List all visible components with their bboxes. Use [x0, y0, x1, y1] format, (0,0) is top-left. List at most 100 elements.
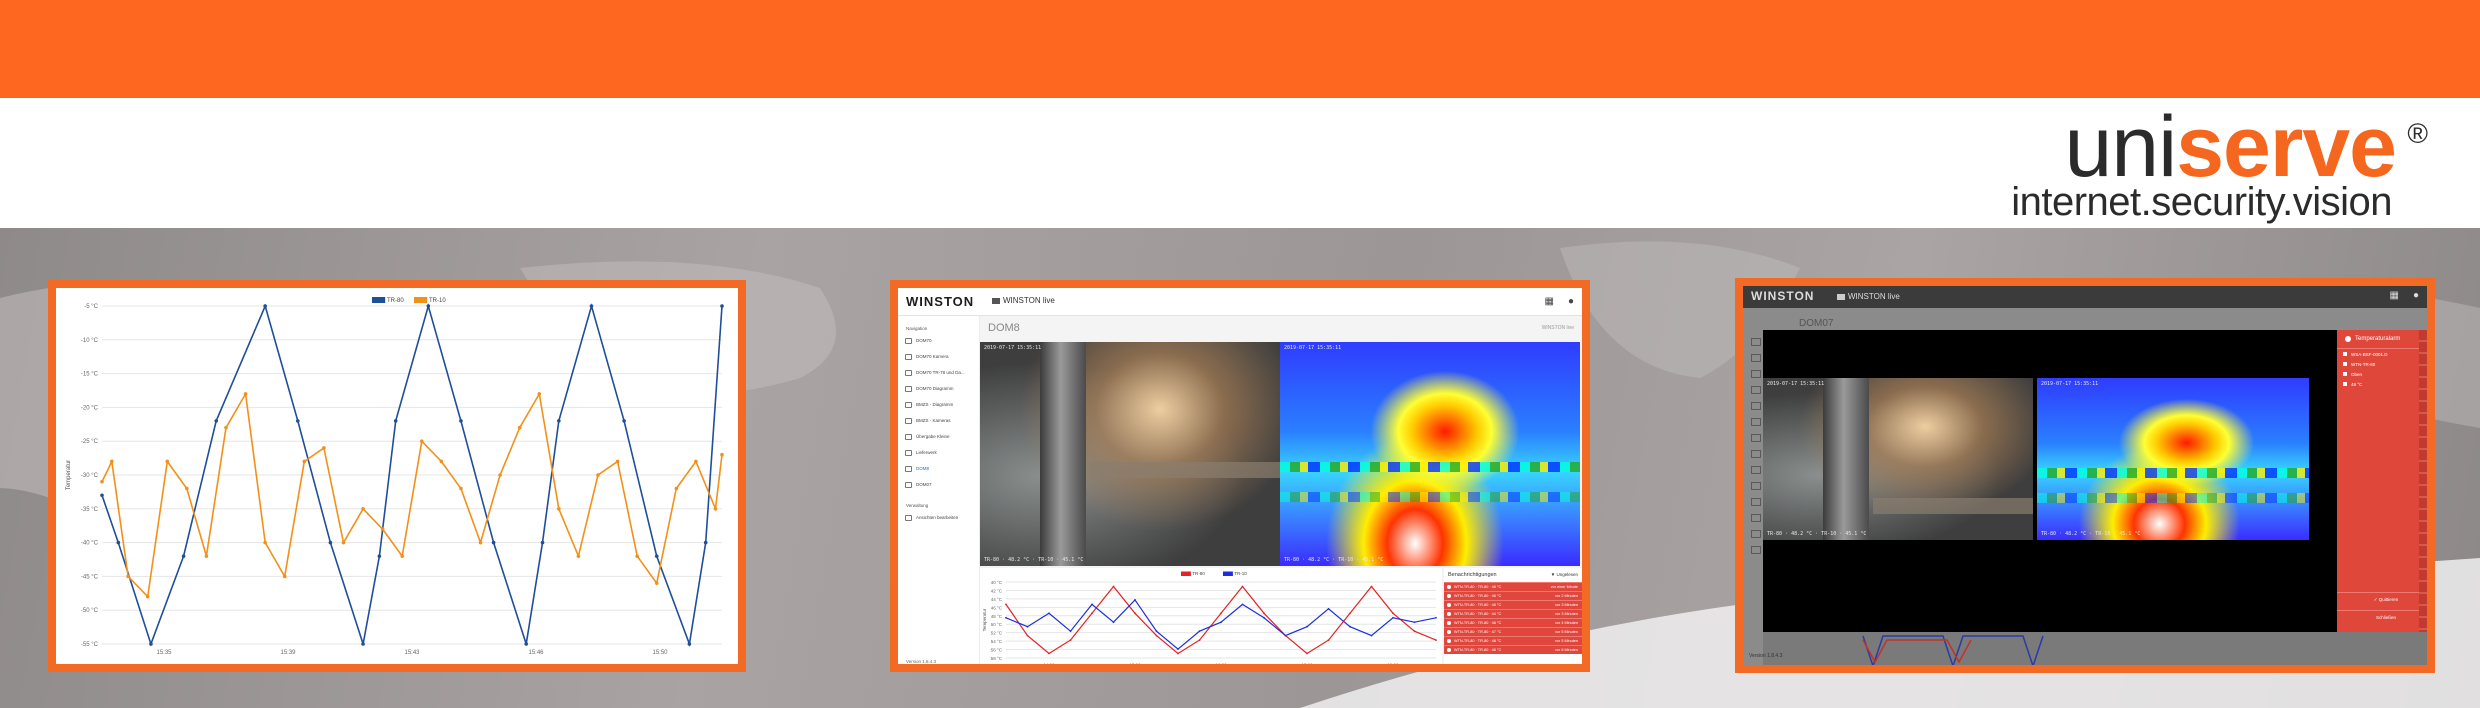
apps-grid-icon[interactable]: ▦: [1545, 296, 1554, 307]
camera-icon: [2343, 362, 2347, 366]
alert-icon: [1447, 594, 1451, 598]
alarm-panel-title: Temperaturalarm: [2355, 336, 2401, 342]
notification-item[interactable]: WTN-TR-80 · TR-80 · 44 °C vor 3 Minuten: [1444, 609, 1582, 618]
data-point: [596, 473, 600, 477]
winston-app-switch[interactable]: WINSTON live: [992, 296, 1055, 305]
data-point: [674, 486, 679, 491]
sidebar-section-navigation: Navigation: [906, 326, 928, 331]
notification-item[interactable]: WTN-TR-80 · TR-80 · 46 °C vor 4 Minuten: [1444, 618, 1582, 627]
sidebar-item[interactable]: BMZS - Diagramm: [898, 397, 979, 413]
notification-age: vor einer Minute: [1550, 585, 1578, 589]
user-icon[interactable]: ●: [1568, 296, 1574, 307]
camera-feed-thermal[interactable]: 2019-07-17 15:35:11 TR-80 · 48.2 °C · TR…: [2037, 378, 2309, 540]
camera-icon: [992, 297, 1000, 304]
data-point: [1026, 625, 1029, 628]
uniserve-logo: uniserve ® internet.security.vision: [2011, 104, 2428, 224]
data-point: [185, 486, 189, 491]
y-tick-label: -50 °C: [81, 608, 99, 614]
sidebar-item[interactable]: Lieferwerk: [898, 445, 979, 461]
alarm-detail-text: WTN-TR-80: [2351, 362, 2376, 367]
sidebar-item[interactable]: DOM07: [898, 477, 979, 493]
apps-grid-icon[interactable]: ▦: [2390, 290, 2399, 301]
sidebar-item-label: BMZS - Kameras: [916, 418, 951, 423]
user-icon[interactable]: ●: [2413, 290, 2419, 301]
data-point: [204, 554, 209, 558]
camera-overlay-bottom: TR-80 · 48.2 °C · TR-10 · 45.1 °C: [1767, 531, 1867, 537]
data-point: [540, 540, 545, 545]
notification-age: vor 3 Minuten: [1554, 612, 1578, 616]
data-point: [439, 459, 444, 464]
sidebar-item-edit-views[interactable]: Ansichten bearbeiten: [898, 510, 979, 526]
data-point: [400, 554, 405, 558]
data-point: [1091, 612, 1093, 615]
notification-text: WTN-TR-80 · TR-80 · 46 °C: [1454, 594, 1502, 598]
notification-text: WTN-TR-80 · TR-80 · 46 °C: [1454, 648, 1502, 652]
winston-app-switch[interactable]: WINSTON live: [1837, 292, 1900, 301]
notification-item[interactable]: WTN-TR-80 · TR-80 · 46 °C vor 6 Minuten: [1444, 645, 1582, 654]
notification-item[interactable]: WTN-TR-80 · TR-80 · 46 °C vor 2 Minuten: [1444, 591, 1582, 600]
alert-icon: [1447, 603, 1451, 607]
page-title: DOM8: [988, 322, 1020, 334]
y-tick-label: 40 °C: [991, 580, 1003, 585]
data-point: [100, 479, 104, 484]
y-axis-label: Temperatur: [982, 608, 987, 631]
data-point: [713, 507, 718, 511]
data-point: [1263, 612, 1265, 615]
view-icon: [905, 450, 912, 456]
sidebar-item[interactable]: DOM70: [898, 333, 979, 349]
data-point: [149, 642, 153, 646]
notification-item[interactable]: WTN-TR-80 · TR-80 · 45 °C vor 3 Minuten: [1444, 600, 1582, 609]
y-tick-label: -35 °C: [81, 507, 99, 513]
data-point: [302, 459, 307, 464]
sidebar-item[interactable]: DOM70 Diagramm: [898, 381, 979, 397]
header: uniserve ® internet.security.vision: [0, 98, 2480, 228]
data-point: [1263, 616, 1265, 619]
sidebar-item[interactable]: DOM70 TR-78 und Da...: [898, 365, 979, 381]
location-icon: [2343, 372, 2347, 376]
data-point: [524, 642, 529, 646]
dimmed-chart-lines: [1862, 635, 2044, 665]
camera-overlay-bottom: TR-80 · 48.2 °C · TR-10 · 45.1 °C: [2041, 531, 2141, 537]
version-label: Version 1.8.4.3: [906, 659, 937, 664]
data-point: [615, 459, 620, 464]
camera-feed-visible[interactable]: 2019-07-17 15:35:11 TR-80 · 48.2 °C · TR…: [980, 342, 1280, 566]
legend-swatch: [372, 297, 386, 303]
camera-feed-visible[interactable]: 2019-07-17 15:35:11 TR-80 · 48.2 °C · TR…: [1763, 378, 2033, 540]
notification-text: WTN-TR-80 · TR-80 · 45 °C: [1454, 603, 1502, 607]
view-icon: [905, 370, 912, 376]
legend-label: TR-80: [387, 298, 404, 304]
version-label: Version 1.8.4.3: [1749, 653, 1783, 659]
legend-swatch: [1181, 571, 1191, 576]
camera-feed-thermal[interactable]: 2019-07-17 15:35:11 TR-80 · 48.2 °C · TR…: [1280, 342, 1580, 566]
notification-item[interactable]: WTN-TR-80 · TR-80 · 47 °C vor 5 Minuten: [1444, 627, 1582, 636]
x-tick-label: 15:39: [280, 650, 296, 656]
notification-age: vor 5 Minuten: [1554, 630, 1578, 634]
sidebar-item-label: DOM8: [916, 466, 930, 471]
notification-item[interactable]: WTN-TR-80 · TR-80 · 48 °C vor 5 Minuten: [1444, 636, 1582, 645]
notifications-panel: Benachrichtigungen ▼ Ungelesen WTN-TR-80…: [1444, 568, 1582, 664]
y-tick-label: -20 °C: [81, 405, 99, 411]
sidebar-item[interactable]: Übergabe Kleine: [898, 429, 979, 445]
camera-overlay-bottom: TR-80 · 48.2 °C · TR-10 · 45.1 °C: [984, 557, 1084, 563]
notification-item[interactable]: WTN-TR-80 · TR-80 · 48 °C vor einer Minut…: [1444, 582, 1582, 591]
data-point: [459, 486, 463, 491]
alert-icon: [1447, 621, 1451, 625]
data-point: [557, 419, 561, 423]
data-point: [576, 554, 581, 558]
sidebar-item[interactable]: BMZS - Kameras: [898, 413, 979, 429]
sidebar-item[interactable]: DOM70 Kamera: [898, 349, 979, 365]
y-tick-label: -30 °C: [81, 473, 99, 479]
data-point: [478, 540, 483, 545]
camera-icon: [1837, 293, 1845, 300]
notifications-filter[interactable]: ▼ Ungelesen: [1551, 572, 1578, 577]
winston-topbar-dimmed: WINSTON WINSTON live ▦ ●: [1743, 286, 2427, 308]
notification-age: vor 6 Minuten: [1554, 648, 1578, 652]
sidebar-icon: [1751, 386, 1761, 394]
dimmed-chart-area: [1763, 632, 2427, 665]
winston-topbar-icons: ▦ ●: [2376, 290, 2420, 301]
data-point: [1048, 652, 1050, 655]
alarm-detail-text: WSA-BSF-0001.D: [2351, 352, 2388, 357]
legend-label: TR-80: [1192, 571, 1205, 576]
winston-temperature-chart: 40 °C 42 °C 44 °C 46 °C 48 °C 50 °C 52 °C 54 °C…: [980, 568, 1442, 664]
sidebar-item[interactable]: DOM8: [898, 461, 979, 477]
